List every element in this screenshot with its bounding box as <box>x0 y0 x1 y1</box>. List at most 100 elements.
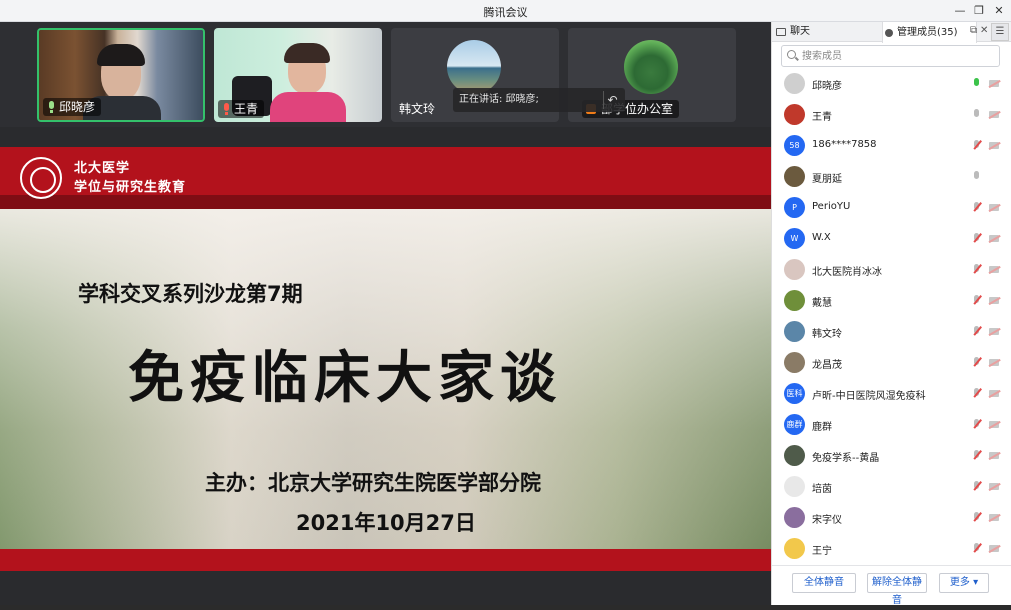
mute-all-button[interactable]: 全体静音 <box>792 573 856 593</box>
member-avatar <box>784 166 805 187</box>
microphone-muted-icon[interactable] <box>973 481 980 492</box>
member-name: 龙昌茂 <box>812 360 842 371</box>
close-button[interactable]: ✕ <box>990 2 1008 20</box>
member-row[interactable]: 邱晓彦 <box>772 69 1011 100</box>
camera-off-icon[interactable] <box>989 483 999 490</box>
minimize-button[interactable]: — <box>951 2 969 20</box>
camera-off-icon[interactable] <box>989 514 999 521</box>
participant-label: 王青 <box>218 100 265 118</box>
microphone-muted-icon[interactable] <box>973 264 980 275</box>
member-avatar: 鹿群 <box>784 414 805 435</box>
microphone-muted-icon[interactable] <box>973 140 980 151</box>
menu-icon[interactable]: ☰ <box>991 23 1009 41</box>
camera-off-icon[interactable] <box>989 297 999 304</box>
member-row[interactable]: 免疫学系--黄晶 <box>772 441 1011 472</box>
tab-members-label: 管理成员(35) <box>897 26 958 38</box>
microphone-muted-icon[interactable] <box>973 202 980 213</box>
microphone-icon[interactable] <box>973 109 980 120</box>
popout-icon[interactable]: ⧉ <box>970 25 977 36</box>
member-avatar <box>784 104 805 125</box>
microphone-muted-icon[interactable] <box>973 233 980 244</box>
member-name: 王青 <box>812 112 832 123</box>
speaking-indicator: 正在讲话: 邱晓彦; ↶ <box>453 88 625 112</box>
member-name: 戴慧 <box>812 298 832 309</box>
camera-off-icon[interactable] <box>989 545 999 552</box>
tab-chat[interactable]: 聊天 <box>774 22 882 42</box>
member-row[interactable]: 王青 <box>772 100 1011 131</box>
participant-label: 韩文玲 <box>395 100 441 118</box>
camera-off-icon[interactable] <box>989 421 999 428</box>
member-row[interactable]: 医科 卢昕-中日医院风湿免疫科 <box>772 379 1011 410</box>
microphone-muted-icon[interactable] <box>973 388 980 399</box>
member-row[interactable]: 58 186****7858 <box>772 131 1011 162</box>
member-row[interactable]: 宋字仪 <box>772 503 1011 534</box>
member-row[interactable]: 戴慧 <box>772 286 1011 317</box>
search-input[interactable] <box>802 48 992 64</box>
member-row[interactable]: 王宁 <box>772 534 1011 565</box>
member-row[interactable]: 龙昌茂 <box>772 348 1011 379</box>
avatar <box>447 40 501 94</box>
member-name: 培茵 <box>812 484 832 495</box>
camera-off-icon[interactable] <box>989 328 999 335</box>
member-name: 夏朋延 <box>812 174 842 185</box>
speaking-text: 正在讲话: 邱晓彦; <box>459 94 539 105</box>
microphone-muted-icon[interactable] <box>973 543 980 554</box>
member-name: 鹿群 <box>812 422 832 433</box>
member-row[interactable]: 夏朋延 <box>772 162 1011 193</box>
member-row[interactable]: 鹿群 鹿群 <box>772 410 1011 441</box>
camera-off-icon[interactable] <box>989 266 999 273</box>
slide-banner: 北大医学 学位与研究生教育 <box>0 147 771 209</box>
banner-text: 北大医学 学位与研究生教育 <box>74 159 186 197</box>
member-avatar <box>784 321 805 342</box>
member-name: 韩文玲 <box>812 329 842 340</box>
side-panel: 聊天 管理成员(35) ⧉ ✕ ☰ 邱晓彦王青 58 186****7858 夏朋延 P… <box>771 22 1011 606</box>
member-row[interactable]: W W.X <box>772 224 1011 255</box>
member-name: 186****7858 <box>812 139 877 150</box>
avatar <box>624 40 678 94</box>
microphone-muted-icon[interactable] <box>973 512 980 523</box>
shared-screen-slide: 北大医学 学位与研究生教育 学科交叉系列沙龙第7期 免疫临床大家谈 主办：北京大… <box>0 147 771 571</box>
collapse-icon[interactable]: ↶ <box>603 91 621 109</box>
microphone-muted-icon[interactable] <box>973 295 980 306</box>
member-avatar <box>784 352 805 373</box>
member-search[interactable] <box>781 45 1000 67</box>
unmute-all-button[interactable]: 解除全体静音 <box>867 573 927 606</box>
camera-off-icon[interactable] <box>989 452 999 459</box>
more-button[interactable]: 更多 ▾ <box>939 573 989 593</box>
microphone-muted-icon[interactable] <box>973 450 980 461</box>
university-logo <box>20 157 62 199</box>
microphone-muted-icon[interactable] <box>973 419 980 430</box>
camera-off-icon[interactable] <box>989 80 999 87</box>
video-tile[interactable]: 邱晓彦 <box>37 28 205 122</box>
member-row[interactable]: P PerioYU <box>772 193 1011 224</box>
video-strip: 邱晓彦 王青 韩文玲 部学位办公室 正在讲话: 邱晓彦; ↶ <box>0 22 771 127</box>
camera-off-icon[interactable] <box>989 390 999 397</box>
microphone-icon <box>47 101 56 113</box>
member-row[interactable]: 北大医院肖冰冰 <box>772 255 1011 286</box>
member-row[interactable]: 韩文玲 <box>772 317 1011 348</box>
window-title: 腾讯会议 <box>483 6 528 19</box>
member-name: 北大医院肖冰冰 <box>812 267 882 278</box>
camera-off-icon[interactable] <box>989 142 999 149</box>
member-name: W.X <box>812 232 831 243</box>
microphone-icon[interactable] <box>973 171 980 182</box>
tab-members[interactable]: 管理成员(35) <box>882 22 977 43</box>
camera-off-icon[interactable] <box>989 111 999 118</box>
chat-icon <box>776 28 786 36</box>
camera-off-icon[interactable] <box>989 204 999 211</box>
close-tab-icon[interactable]: ✕ <box>980 25 988 36</box>
camera-off-icon[interactable] <box>989 359 999 366</box>
camera-off-icon[interactable] <box>989 235 999 242</box>
participant-label: 邱晓彦 <box>43 98 102 116</box>
video-tile[interactable]: 王青 <box>214 28 382 122</box>
microphone-muted-icon[interactable] <box>973 326 980 337</box>
restore-button[interactable]: ❐ <box>970 2 988 20</box>
member-avatar <box>784 538 805 559</box>
member-row[interactable]: 培茵 <box>772 472 1011 503</box>
microphone-icon[interactable] <box>973 78 980 89</box>
member-name: 王宁 <box>812 546 832 557</box>
member-avatar: P <box>784 197 805 218</box>
member-avatar <box>784 476 805 497</box>
microphone-muted-icon[interactable] <box>973 357 980 368</box>
participant-name: 邱晓彦 <box>59 100 96 114</box>
